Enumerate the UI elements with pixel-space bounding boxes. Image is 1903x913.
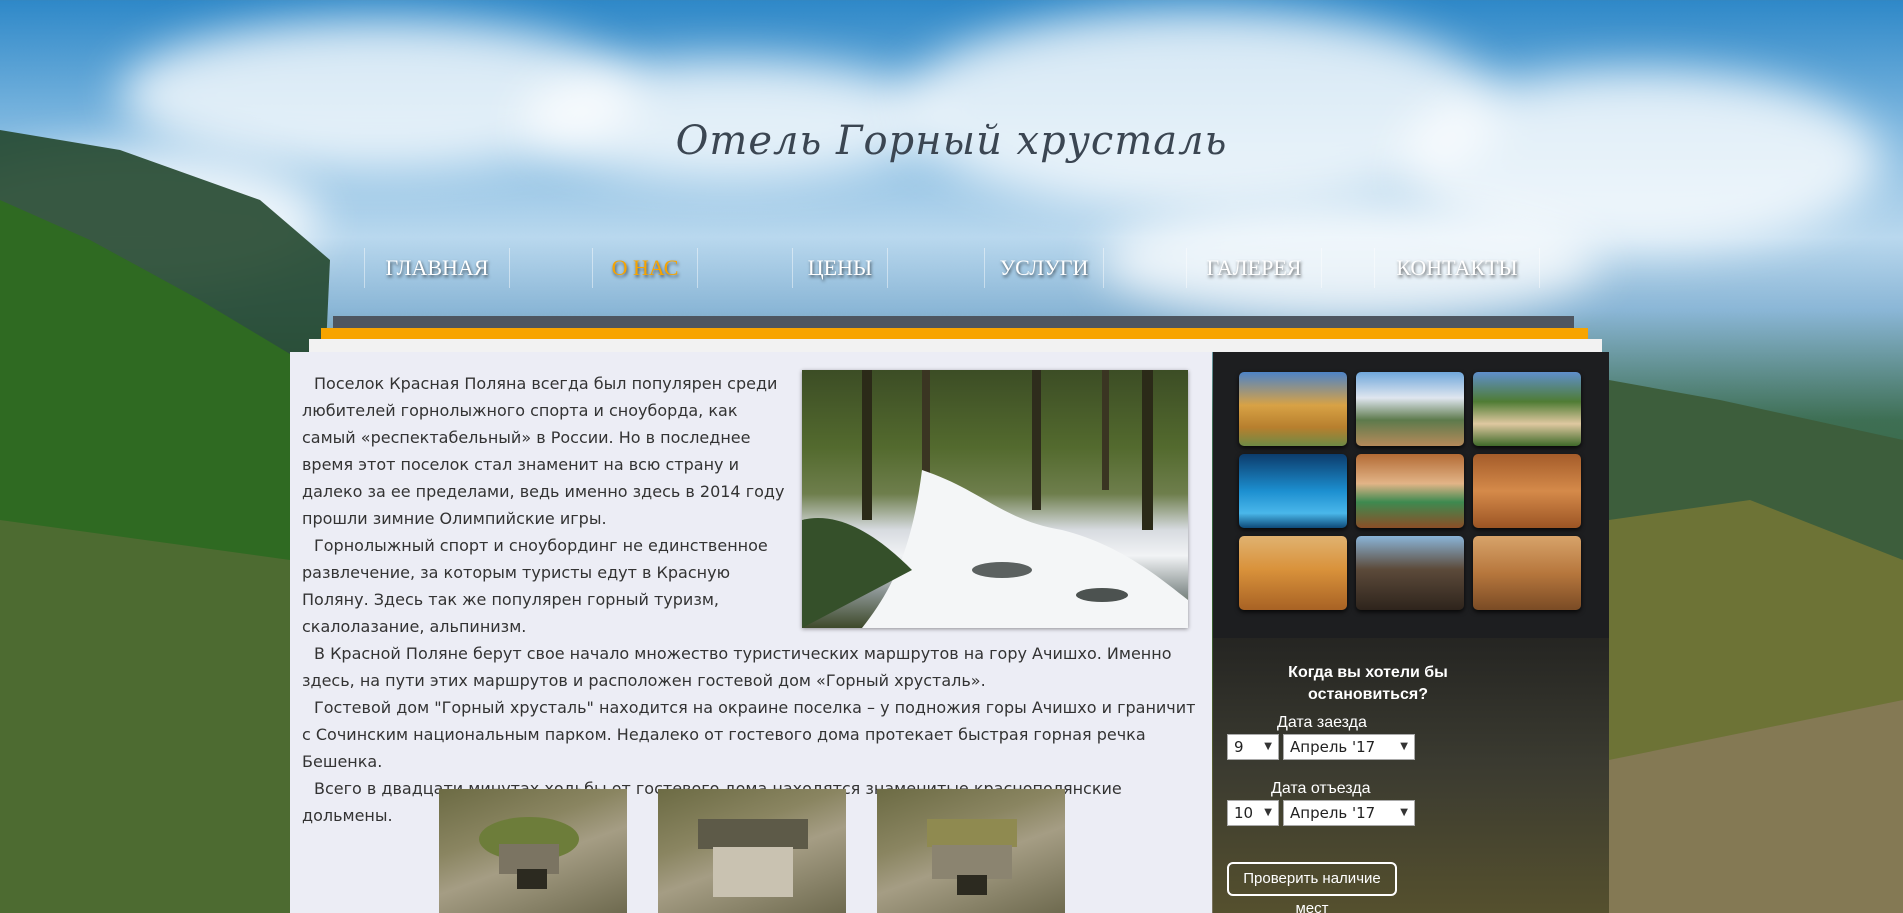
nav-item-services[interactable]: УСЛУГИ [984,248,1104,288]
nav-item-contacts[interactable]: КОНТАКТЫ [1374,248,1540,288]
dolmen-photo-3[interactable] [877,789,1065,913]
dolmen-photo-1[interactable] [439,789,627,913]
article-text: Поселок Красная Поляна всегда был популя… [302,370,1202,829]
chevron-down-icon: ▼ [1264,741,1272,752]
article-paragraph: Гостевой дом "Горный хрусталь" находится… [302,698,1196,771]
header-stripe-yellow [321,328,1588,339]
checkin-month-select[interactable]: Апрель '17 ▼ [1283,734,1415,760]
booking-form: Когда вы хотели бы остановиться? Дата за… [1213,638,1609,913]
nav-item-about[interactable]: О НАС [592,248,698,288]
checkout-month-select[interactable]: Апрель '17 ▼ [1283,800,1415,826]
header-stripe-grey [333,316,1574,328]
thumb-sauna[interactable] [1473,454,1581,528]
thumb-hotel-exterior[interactable] [1239,372,1347,446]
nav-item-gallery[interactable]: ГАЛЕРЕЯ [1186,248,1322,288]
nav-item-prices[interactable]: ЦЕНЫ [792,248,888,288]
checkin-day-select[interactable]: 9 ▼ [1227,734,1279,760]
article-paragraph: В Красной Поляне берут свое начало множе… [302,644,1172,690]
site-logo[interactable]: Отель Горный хрусталь [0,118,1903,164]
checkout-month-value: Апрель '17 [1290,804,1376,822]
sidebar: Когда вы хотели бы остановиться? Дата за… [1213,352,1609,913]
article-paragraph: Поселок Красная Поляна всегда был популя… [302,374,785,528]
thumb-hotel-forest[interactable] [1473,372,1581,446]
checkin-month-value: Апрель '17 [1290,738,1376,756]
thumb-dining-room[interactable] [1239,536,1347,610]
check-availability-button[interactable]: Проверить наличие мест [1227,862,1397,913]
chevron-down-icon: ▼ [1400,807,1408,818]
checkout-day-select[interactable]: 10 ▼ [1227,800,1279,826]
checkin-label: Дата заезда [1277,714,1367,731]
thumb-lounge[interactable] [1356,536,1464,610]
thumb-pool[interactable] [1239,454,1347,528]
chevron-down-icon: ▼ [1400,741,1408,752]
thumb-mountain-view[interactable] [1356,372,1464,446]
article-paragraph: Горнолыжный спорт и сноубординг не единс… [302,536,768,636]
header-stripe-white [309,339,1602,352]
checkout-label: Дата отъезда [1271,780,1371,797]
checkin-day-value: 9 [1234,738,1244,756]
main-nav: ГЛАВНАЯ О НАС ЦЕНЫ УСЛУГИ ГАЛЕРЕЯ КОНТАК… [364,248,1540,288]
nav-item-home[interactable]: ГЛАВНАЯ [364,248,510,288]
thumb-bedroom[interactable] [1473,536,1581,610]
checkout-day-value: 10 [1234,804,1254,822]
booking-title: Когда вы хотели бы остановиться? [1288,664,1448,703]
content-area: Поселок Красная Поляна всегда был популя… [290,352,1212,913]
chevron-down-icon: ▼ [1264,807,1272,818]
thumb-billiards[interactable] [1356,454,1464,528]
dolmen-photo-2[interactable] [658,789,846,913]
